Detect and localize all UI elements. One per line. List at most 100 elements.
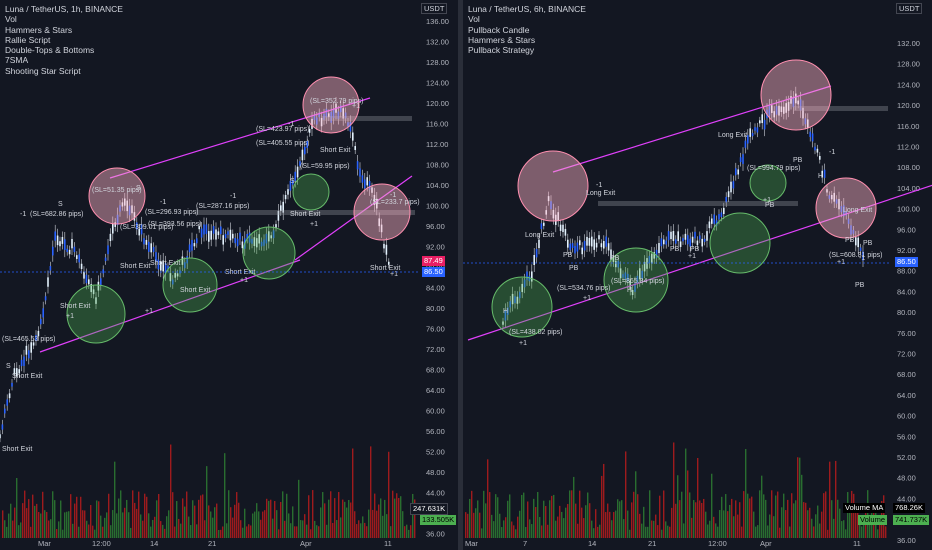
volume-bar	[559, 505, 561, 538]
signal-label: PB	[670, 246, 680, 253]
candle	[732, 181, 735, 189]
volume-bar	[605, 512, 607, 538]
left-legend-indicator[interactable]: Double-Tops & Bottoms	[5, 45, 123, 55]
left-legend: Luna / TetherUS, 1h, BINANCE Vol Hammers…	[5, 4, 123, 76]
volume-bar	[8, 513, 10, 538]
right-legend-symbol[interactable]: Luna / TetherUS, 6h, BINANCE	[468, 4, 586, 14]
volume-bar	[226, 523, 228, 538]
candle	[44, 296, 47, 301]
candle	[583, 240, 586, 251]
volume-bar	[539, 517, 541, 538]
volume-bar	[16, 477, 18, 538]
right-legend-indicator[interactable]: Pullback Strategy	[468, 45, 586, 55]
candle	[222, 235, 224, 245]
volume-bar	[835, 460, 837, 538]
volume-bar	[509, 494, 511, 538]
volume-bar	[278, 529, 280, 538]
candle	[576, 242, 579, 252]
volume-bar	[637, 494, 639, 538]
signal-label: (SL=296.93 pips)	[145, 209, 199, 216]
left-legend-indicator[interactable]: Shooting Star Script	[5, 66, 123, 76]
left-legend-indicator[interactable]: Hammers & Stars	[5, 25, 123, 35]
candle	[665, 240, 667, 245]
signal-label: PB	[855, 282, 865, 289]
candle	[569, 243, 571, 250]
volume-bar	[196, 524, 198, 538]
volume-bar	[122, 512, 124, 538]
right-chart-pane[interactable]: 132.00 128.00 124.00 120.00 116.00 112.00 108.…	[463, 0, 932, 550]
right-chart-canvas[interactable]: 132.00 128.00 124.00 120.00 116.00 112.00 108.…	[463, 0, 932, 550]
signal-label: Short Exit	[225, 269, 255, 276]
signal-label: PB	[845, 237, 855, 244]
volume-bar	[841, 521, 843, 538]
price-axis-tick: 120.00	[426, 99, 449, 108]
candle	[20, 359, 23, 367]
left-chart-pane[interactable]: 136.00 132.00 128.00 124.00 120.00 116.00 112.…	[0, 0, 458, 550]
time-axis-tick: Mar	[465, 539, 478, 548]
price-axis-tick: 116.00	[426, 120, 448, 129]
candle	[191, 239, 193, 251]
volume-bar	[178, 518, 180, 538]
volume-bar	[204, 520, 206, 538]
candle	[711, 218, 713, 224]
volume-bar	[787, 499, 789, 538]
volume-bar	[298, 479, 300, 538]
volume-bar	[773, 516, 775, 538]
left-currency-badge[interactable]: USDT	[421, 3, 448, 14]
volume-bar	[142, 520, 144, 538]
volume-bar	[24, 490, 26, 538]
volume-bar	[761, 475, 763, 538]
signal-label: Long Exit	[525, 232, 554, 239]
candle	[574, 246, 576, 254]
price-axis-tick: 96.00	[897, 225, 916, 234]
volume-bar	[202, 494, 204, 538]
volume-bar	[330, 491, 332, 538]
signal-label: H	[627, 287, 632, 294]
candle	[603, 241, 605, 249]
right-legend-indicator[interactable]: Vol	[468, 14, 586, 24]
candle	[361, 175, 364, 183]
candle	[684, 233, 687, 240]
volume-bar	[803, 502, 805, 538]
volume-bar	[118, 498, 120, 538]
left-legend-indicator[interactable]: 7SMA	[5, 55, 123, 65]
left-legend-indicator[interactable]: Rallie Script	[5, 35, 123, 45]
volume-bar	[360, 523, 362, 538]
right-legend-indicator[interactable]: Hammers & Stars	[468, 35, 586, 45]
volume-bar	[194, 505, 196, 538]
volume-bar	[523, 492, 525, 538]
time-axis-tick: 7	[523, 539, 527, 548]
volume-bar	[52, 491, 54, 538]
candle	[275, 224, 277, 228]
volume-bar	[793, 503, 795, 538]
volume-bar	[505, 517, 507, 538]
volume-bar	[585, 505, 587, 538]
volume-bar	[581, 507, 583, 538]
volume-bar	[653, 520, 655, 538]
volume-bar	[18, 525, 20, 538]
candle	[694, 231, 696, 239]
candle	[533, 254, 535, 266]
candle	[102, 269, 104, 274]
volume-bar	[729, 504, 731, 538]
volume-bar	[819, 523, 821, 538]
price-axis-tick: 80.00	[897, 308, 916, 317]
right-currency-badge[interactable]: USDT	[896, 3, 923, 14]
candle	[301, 149, 304, 161]
right-legend-indicator[interactable]: Pullback Candle	[468, 25, 586, 35]
price-axis-tick: 48.00	[897, 474, 916, 483]
volume-bar	[2, 510, 4, 538]
left-legend-indicator[interactable]: Vol	[5, 14, 123, 24]
price-axis-tick: 92.00	[426, 243, 445, 252]
candle	[701, 238, 703, 247]
price-axis-tick: 120.00	[897, 101, 920, 110]
top-zone-circle	[760, 59, 832, 131]
signal-label: (SL=59.95 pips)	[300, 163, 350, 170]
volume-bar	[545, 506, 547, 538]
volume-bar	[531, 524, 533, 538]
signal-label: S	[290, 178, 295, 185]
left-legend-symbol[interactable]: Luna / TetherUS, 1h, BINANCE	[5, 4, 123, 14]
candle	[744, 140, 747, 148]
candle	[708, 221, 711, 229]
left-chart-canvas[interactable]: 136.00 132.00 128.00 124.00 120.00 116.00 112.…	[0, 0, 458, 550]
